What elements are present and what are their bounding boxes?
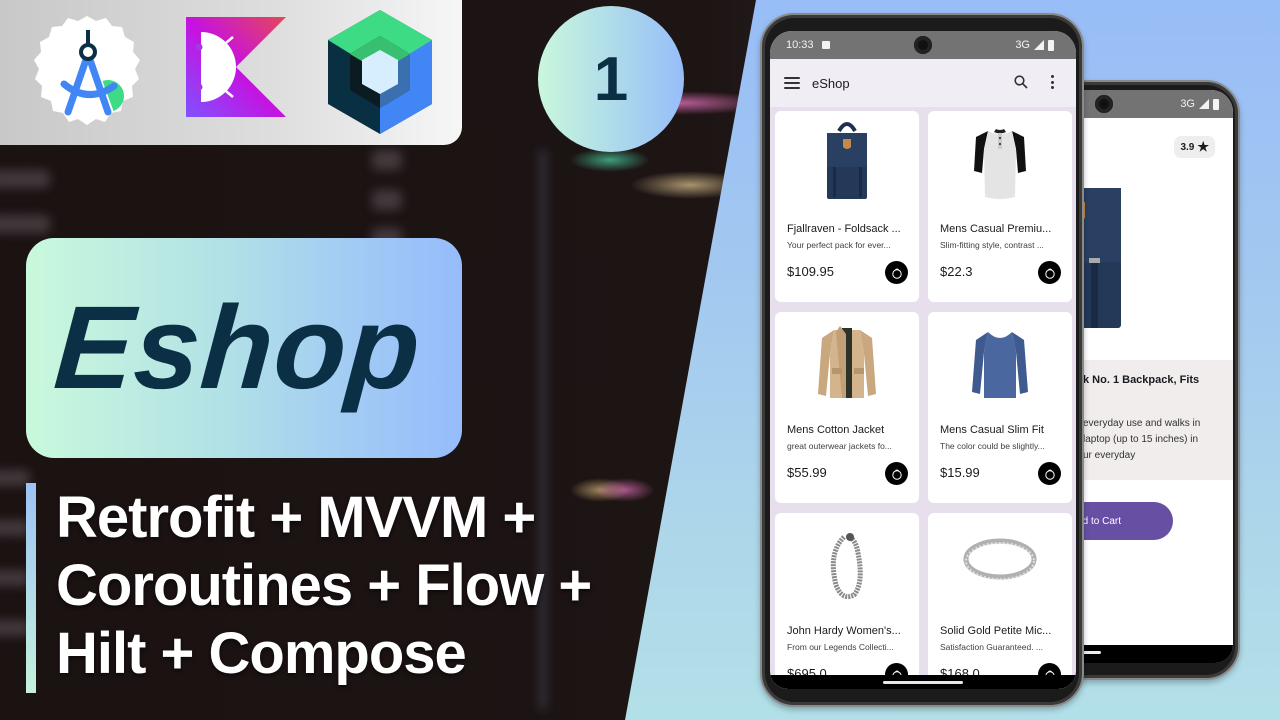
battery-icon (1213, 98, 1219, 110)
jetpack-compose-icon (328, 10, 432, 134)
product-description: everyday use and walks in laptop (up to … (1083, 416, 1200, 464)
product-title: Fjallraven - Foldsack ... (787, 223, 901, 235)
product-card[interactable]: Fjallraven - Foldsack ... Your perfect p… (775, 111, 919, 302)
product-description: Your perfect pack for ever... (787, 240, 891, 250)
product-title: k No. 1 Backpack, Fits (1083, 374, 1200, 386)
shopping-bag-icon (891, 268, 902, 279)
product-card[interactable]: John Hardy Women's... From our Legends C… (775, 513, 919, 689)
product-description: great outerwear jackets fo... (787, 441, 892, 451)
app-title: eShop (812, 75, 850, 91)
search-icon[interactable] (1014, 75, 1028, 89)
network-label: 3G (1015, 39, 1030, 51)
android-studio-icon (34, 16, 140, 125)
product-card[interactable]: Mens Casual Slim Fit The color could be … (928, 312, 1072, 503)
product-title: Mens Cotton Jacket (787, 424, 885, 436)
product-card[interactable]: Mens Casual Premiu... Slim-fitting style… (928, 111, 1072, 302)
subtitle-accent-bar (26, 483, 36, 693)
product-image-jacket (775, 322, 919, 404)
rating-chip: 3.9 ★ (1174, 136, 1215, 158)
description-line: everyday use and walks in (1083, 418, 1201, 429)
menu-icon[interactable] (784, 77, 800, 89)
add-to-cart-button[interactable] (1038, 462, 1061, 485)
product-card[interactable]: Mens Cotton Jacket great outerwear jacke… (775, 312, 919, 503)
signal-indicators: 3G (1015, 39, 1054, 51)
battery-icon (1048, 39, 1054, 51)
main-title: Eshop (50, 282, 426, 414)
phone-mockup-list: 10:33 3G eShop Fjallraven - Foldsack ...… (760, 13, 1084, 707)
product-description: The color could be slightly... (940, 441, 1045, 451)
product-image-raglan-tshirt (928, 121, 1072, 203)
subtitle-line: Hilt + Compose (56, 621, 467, 686)
tech-stack-subtitle: Retrofit + MVVM + Coroutines + Flow + Hi… (56, 484, 636, 688)
subtitle-line: Coroutines + Flow + (56, 553, 592, 618)
status-time: 10:33 (786, 39, 814, 51)
signal-icon (1199, 99, 1209, 109)
product-description: Slim-fitting style, contrast ... (940, 240, 1044, 250)
product-image-bracelet (775, 523, 919, 605)
add-to-cart-button[interactable] (885, 261, 908, 284)
signal-icon (1034, 40, 1044, 50)
star-icon: ★ (1197, 139, 1209, 154)
front-camera (1095, 95, 1113, 113)
product-title: Mens Casual Premiu... (940, 223, 1052, 235)
gesture-handle[interactable] (883, 680, 963, 684)
shopping-bag-icon (1044, 268, 1055, 279)
product-title: Solid Gold Petite Mic... (940, 625, 1052, 637)
shopping-bag-icon (891, 469, 902, 480)
product-card[interactable]: Solid Gold Petite Mic... Satisfaction Gu… (928, 513, 1072, 689)
front-camera (914, 36, 932, 54)
kotlin-icon (186, 17, 286, 117)
phone-screen-list: 10:33 3G eShop Fjallraven - Foldsack ...… (770, 31, 1076, 689)
blur-stripe (0, 215, 50, 233)
subtitle-line: Retrofit + MVVM + (56, 485, 536, 550)
navigation-bar (770, 675, 1076, 689)
logo-strip (0, 0, 462, 145)
product-title: John Hardy Women's... (787, 625, 901, 637)
product-image-backpack (775, 121, 919, 203)
top-app-bar: eShop (770, 59, 1076, 107)
add-to-cart-button[interactable] (885, 462, 908, 485)
title-card: Eshop (26, 238, 462, 458)
blur-stripe (372, 150, 402, 170)
episode-number-badge: 1 (538, 6, 684, 152)
signal-indicators: 3G (1180, 98, 1219, 110)
more-vert-icon[interactable] (1050, 75, 1054, 89)
product-price: $15.99 (940, 465, 980, 480)
status-bar: 10:33 3G (770, 31, 1076, 59)
product-description: From our Legends Collecti... (787, 642, 894, 652)
product-title: Mens Casual Slim Fit (940, 424, 1044, 436)
episode-number: 1 (593, 44, 629, 114)
product-price: $55.99 (787, 465, 827, 480)
notification-icon (821, 41, 830, 49)
product-price: $22.3 (940, 264, 973, 279)
product-description: Satisfaction Guaranteed. ... (940, 642, 1044, 652)
product-image-ring (928, 523, 1072, 605)
product-price: $109.95 (787, 264, 834, 279)
blur-stripe (372, 190, 402, 210)
add-to-cart-button[interactable] (1038, 261, 1061, 284)
blur-stripe (0, 170, 50, 188)
product-grid: Fjallraven - Foldsack ... Your perfect p… (775, 111, 1072, 689)
description-line: laptop (up to 15 inches) in (1083, 434, 1199, 445)
network-label: 3G (1180, 98, 1195, 110)
rating-value: 3.9 (1180, 141, 1195, 153)
product-image-long-sleeve-tshirt (928, 322, 1072, 404)
shopping-bag-icon (1044, 469, 1055, 480)
description-line: ur everyday (1083, 450, 1136, 461)
